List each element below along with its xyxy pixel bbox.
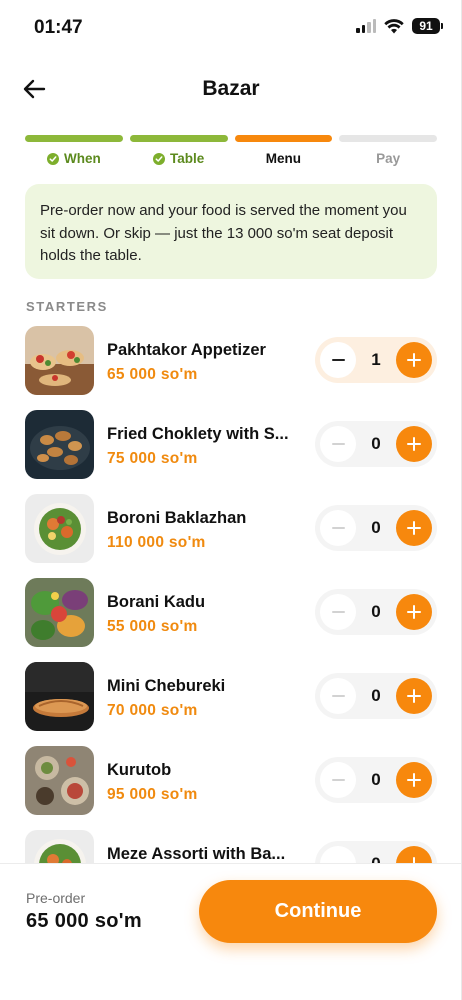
status-bar: 01:47 91 xyxy=(0,0,462,56)
status-time: 01:47 xyxy=(34,17,83,38)
list-item[interactable]: Boroni Baklazhan 110 000 so'm 0 xyxy=(0,494,462,564)
quantity-value: 0 xyxy=(371,686,381,705)
plus-icon xyxy=(407,773,421,787)
item-name: Kurutob xyxy=(107,761,172,779)
step-bar xyxy=(234,135,333,142)
quantity-value: 0 xyxy=(371,602,381,621)
decrease-button[interactable] xyxy=(320,846,356,863)
step-pay: Pay xyxy=(339,135,437,166)
item-name: Pakhtakor Appetizer xyxy=(107,341,266,359)
page-title: Bazar xyxy=(202,77,260,100)
increase-button[interactable] xyxy=(396,846,432,863)
food-image xyxy=(25,578,94,647)
minus-icon xyxy=(331,611,345,613)
item-name: Meze Assorti with Ba... xyxy=(107,845,286,863)
step-bar xyxy=(129,135,228,142)
status-icons: 91 xyxy=(356,18,443,34)
battery-icon: 91 xyxy=(412,18,443,34)
plus-icon xyxy=(407,437,421,451)
quantity-stepper: 0 xyxy=(315,841,437,863)
item-name: Borani Kadu xyxy=(107,593,206,611)
quantity-value: 0 xyxy=(371,518,381,537)
food-image xyxy=(25,662,94,731)
plus-icon xyxy=(407,689,421,703)
minus-icon xyxy=(331,779,345,781)
item-price: 75 000 so'm xyxy=(107,450,198,467)
minus-icon xyxy=(331,443,345,445)
step-when[interactable]: When xyxy=(25,135,123,166)
step-table[interactable]: Table xyxy=(129,135,228,166)
check-icon xyxy=(152,152,165,165)
step-label: Pay xyxy=(376,151,401,166)
section-title: STARTERS xyxy=(26,299,108,314)
continue-button[interactable]: Continue xyxy=(199,880,437,943)
list-item[interactable]: Mini Chebureki 70 000 so'm 0 xyxy=(0,662,462,732)
decrease-button[interactable] xyxy=(320,426,356,462)
quantity-value: 0 xyxy=(356,841,396,863)
increase-button[interactable] xyxy=(396,342,432,378)
step-menu: Menu xyxy=(234,135,333,166)
decrease-button[interactable] xyxy=(320,594,356,630)
list-item[interactable]: Pakhtakor Appetizer 65 000 so'm 1 xyxy=(0,326,462,396)
quantity-stepper: 0 xyxy=(315,757,437,803)
item-price: 70 000 so'm xyxy=(107,702,198,719)
quantity-stepper: 0 xyxy=(315,673,437,719)
decrease-button[interactable] xyxy=(320,510,356,546)
item-name: Fried Choklety with S... xyxy=(107,425,289,443)
quantity-value: 0 xyxy=(371,434,381,453)
decrease-button[interactable] xyxy=(320,342,356,378)
header: Bazar xyxy=(0,66,462,112)
checkout-footer: Pre-order 65 000 so'm Continue xyxy=(0,863,462,1000)
minus-icon xyxy=(331,695,345,697)
quantity-stepper: 0 xyxy=(315,421,437,467)
step-label: Menu xyxy=(265,151,301,166)
step-label: Table xyxy=(169,151,205,166)
list-item[interactable]: Meze Assorti with Ba... 0 xyxy=(0,830,462,863)
quantity-stepper: 1 xyxy=(315,337,437,383)
preorder-info-box: Pre-order now and your food is served th… xyxy=(25,184,437,279)
minus-icon xyxy=(331,359,345,361)
progress-stepper: When Table Menu Pay xyxy=(25,135,437,166)
step-label: When xyxy=(64,151,101,166)
step-bar xyxy=(25,135,123,142)
increase-button[interactable] xyxy=(396,426,432,462)
item-price: 55 000 so'm xyxy=(107,618,198,635)
food-image xyxy=(25,326,94,395)
item-price: 65 000 so'm xyxy=(107,366,198,383)
food-image xyxy=(25,410,94,479)
increase-button[interactable] xyxy=(396,594,432,630)
plus-icon xyxy=(407,605,421,619)
food-image xyxy=(25,494,94,563)
food-image xyxy=(25,830,94,863)
list-item[interactable]: Fried Choklety with S... 75 000 so'm 0 xyxy=(0,410,462,480)
check-icon xyxy=(47,152,59,165)
item-name: Boroni Baklazhan xyxy=(107,509,247,527)
preorder-label: Pre-order xyxy=(26,890,86,906)
menu-list[interactable]: Pakhtakor Appetizer 65 000 so'm 1 Fried … xyxy=(0,326,462,863)
food-image xyxy=(25,746,94,815)
quantity-stepper: 0 xyxy=(315,505,437,551)
increase-button[interactable] xyxy=(396,510,432,546)
increase-button[interactable] xyxy=(396,678,432,714)
item-price: 95 000 so'm xyxy=(107,786,198,803)
item-name: Mini Chebureki xyxy=(107,677,226,695)
list-item[interactable]: Borani Kadu 55 000 so'm 0 xyxy=(0,578,462,648)
signal-icon xyxy=(356,19,376,33)
plus-icon xyxy=(407,521,421,535)
list-item[interactable]: Kurutob 95 000 so'm 0 xyxy=(0,746,462,816)
item-price: 110 000 so'm xyxy=(107,534,206,551)
preorder-total: 65 000 so'm xyxy=(26,910,142,932)
decrease-button[interactable] xyxy=(320,762,356,798)
quantity-value: 0 xyxy=(371,770,381,789)
decrease-button[interactable] xyxy=(320,678,356,714)
quantity-stepper: 0 xyxy=(315,589,437,635)
wifi-icon xyxy=(384,18,404,33)
step-bar xyxy=(339,135,437,142)
quantity-value: 1 xyxy=(371,350,381,369)
minus-icon xyxy=(331,527,345,529)
plus-icon xyxy=(407,353,421,367)
increase-button[interactable] xyxy=(396,762,432,798)
